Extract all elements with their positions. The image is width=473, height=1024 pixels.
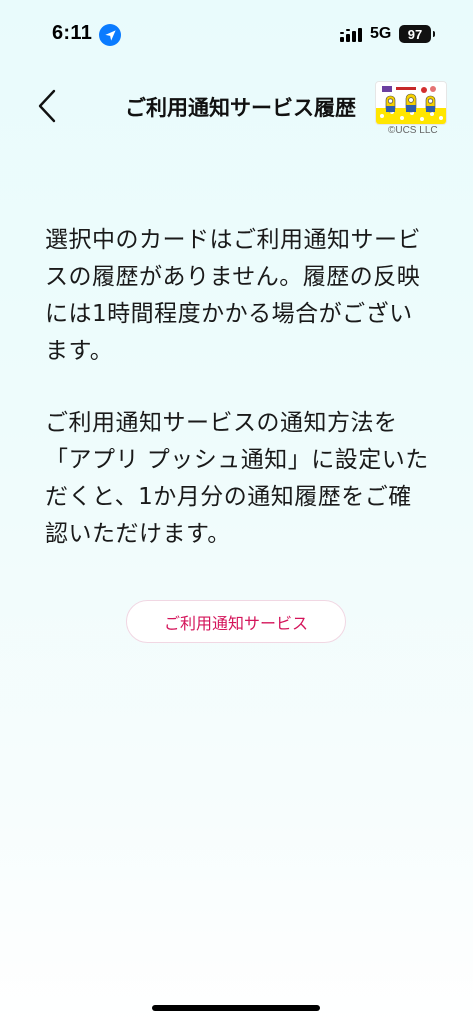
notification-settings-hint: ご利用通知サービスの通知方法を「アプリ プッシュ通知」に設定いただくと、1か月分… xyxy=(45,410,429,547)
battery-level: 97 xyxy=(407,26,423,42)
nav-bar: ご利用通知サービス履歴 ©UCS LLC xyxy=(0,70,473,140)
card-thumbnail[interactable] xyxy=(376,82,446,124)
no-history-message: 選択中のカードはご利用通知サービスの履歴がありません。履歴の反映には1時間程度か… xyxy=(45,227,421,364)
status-bar: 6:11 5G 97 xyxy=(0,0,473,60)
status-time: 6:11 xyxy=(52,22,93,44)
network-type-label: 5G xyxy=(370,25,392,42)
battery-icon: 97 xyxy=(399,25,435,43)
copyright-text: ©UCS LLC xyxy=(388,125,438,136)
location-arrow-icon xyxy=(99,24,121,46)
usage-notification-service-button[interactable]: ご利用通知サービス xyxy=(126,600,346,643)
home-indicator[interactable] xyxy=(152,1005,320,1011)
cellular-signal-icon xyxy=(340,27,364,42)
